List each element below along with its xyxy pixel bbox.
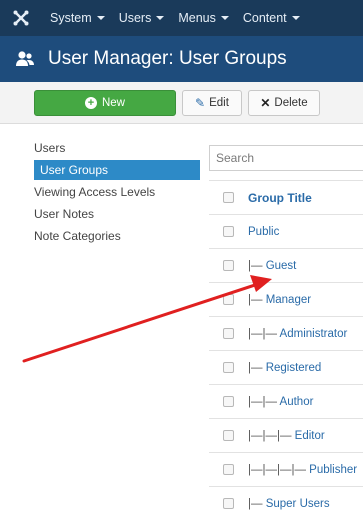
joomla-logo-icon[interactable] [6, 0, 36, 36]
menu-menus[interactable]: Menus [178, 11, 229, 25]
group-title: Super Users [265, 497, 330, 510]
tree-prefix: |— [248, 293, 266, 306]
row-checkbox[interactable] [223, 260, 234, 271]
group-title-link[interactable]: |—|—|—|— Publisher [248, 464, 357, 476]
page-title: User Manager: User Groups [48, 48, 287, 69]
toolbar: + New ✎ Edit ✕ Delete [0, 82, 363, 124]
title-bar: User Manager: User Groups [0, 36, 363, 82]
top-navigation-bar: System Users Menus Content [0, 0, 363, 36]
chevron-down-icon [156, 16, 165, 20]
group-title-link[interactable]: |—|— Author [248, 396, 313, 408]
group-title: Public [248, 225, 280, 238]
chevron-down-icon [96, 16, 105, 20]
sidebar-item-user-notes[interactable]: User Notes [34, 204, 200, 224]
new-button[interactable]: + New [34, 90, 176, 116]
tree-prefix: |— [248, 259, 266, 272]
edit-icon: ✎ [195, 96, 206, 110]
row-checkbox[interactable] [223, 294, 234, 305]
group-title-link[interactable]: |— Manager [248, 294, 311, 306]
table-row: |— Registered [209, 350, 363, 384]
table-row: |— Guest [209, 248, 363, 282]
menu-content[interactable]: Content [243, 11, 300, 25]
users-icon [14, 48, 36, 70]
menu-system-label: System [50, 11, 92, 25]
table-row: |—|—|—|— Publisher [209, 452, 363, 486]
menu-users-label: Users [118, 11, 152, 25]
delete-button-label: Delete [274, 97, 308, 109]
group-title: Registered [265, 361, 322, 374]
tree-prefix: |— [248, 361, 266, 374]
select-all-checkbox[interactable] [223, 192, 234, 203]
group-title-link[interactable]: |—|— Administrator [248, 328, 347, 340]
tree-prefix: |—|— [248, 395, 280, 408]
row-checkbox[interactable] [223, 498, 234, 509]
row-checkbox[interactable] [223, 464, 234, 475]
group-title: Manager [265, 293, 312, 306]
group-title-link[interactable]: |— Registered [248, 362, 321, 374]
chevron-down-icon [220, 16, 229, 20]
group-title: Guest [265, 259, 297, 272]
edit-button[interactable]: ✎ Edit [182, 90, 242, 116]
menu-system[interactable]: System [50, 11, 105, 25]
table-row: Public [209, 214, 363, 248]
delete-button[interactable]: ✕ Delete [248, 90, 320, 116]
table-row: |— Manager [209, 282, 363, 316]
group-title: Author [279, 395, 314, 408]
row-checkbox[interactable] [223, 226, 234, 237]
row-checkbox[interactable] [223, 396, 234, 407]
row-checkbox[interactable] [223, 430, 234, 441]
edit-button-label: Edit [209, 97, 229, 109]
table-row: |—|—|— Editor [209, 418, 363, 452]
row-checkbox[interactable] [223, 328, 234, 339]
group-title-link[interactable]: Public [248, 226, 279, 238]
close-icon: ✕ [260, 96, 271, 110]
group-title-link[interactable]: |— Super Users [248, 498, 330, 510]
menu-users[interactable]: Users [119, 11, 165, 25]
tree-prefix: |— [248, 497, 266, 510]
group-title: Publisher [309, 463, 358, 476]
sidebar-item-users[interactable]: Users [34, 138, 200, 158]
group-title-link[interactable]: |—|—|— Editor [248, 430, 325, 442]
table-row: |— Super Users [209, 486, 363, 520]
column-header-group-title[interactable]: Group Title [248, 191, 312, 205]
sidebar-item-viewing-access-levels[interactable]: Viewing Access Levels [34, 182, 200, 202]
row-checkbox[interactable] [223, 362, 234, 373]
menu-menus-label: Menus [178, 11, 216, 25]
group-title-link[interactable]: |— Guest [248, 260, 296, 272]
table-row: |—|— Author [209, 384, 363, 418]
sidebar-item-note-categories[interactable]: Note Categories [34, 226, 200, 246]
group-title: Administrator [279, 327, 348, 340]
new-button-label: New [101, 97, 125, 109]
tree-prefix: |—|— [248, 327, 280, 340]
menu-content-label: Content [242, 11, 287, 25]
chevron-down-icon [291, 16, 300, 20]
table-header-row: Group Title [209, 180, 363, 214]
group-title: Editor [294, 429, 325, 442]
tree-prefix: |—|—|—|— [248, 463, 310, 476]
table-row: |—|— Administrator [209, 316, 363, 350]
search-input[interactable]: Search [209, 145, 363, 171]
plus-circle-icon: + [84, 97, 97, 109]
sidebar-item-user-groups[interactable]: User Groups [34, 160, 200, 180]
tree-prefix: |—|—|— [248, 429, 295, 442]
